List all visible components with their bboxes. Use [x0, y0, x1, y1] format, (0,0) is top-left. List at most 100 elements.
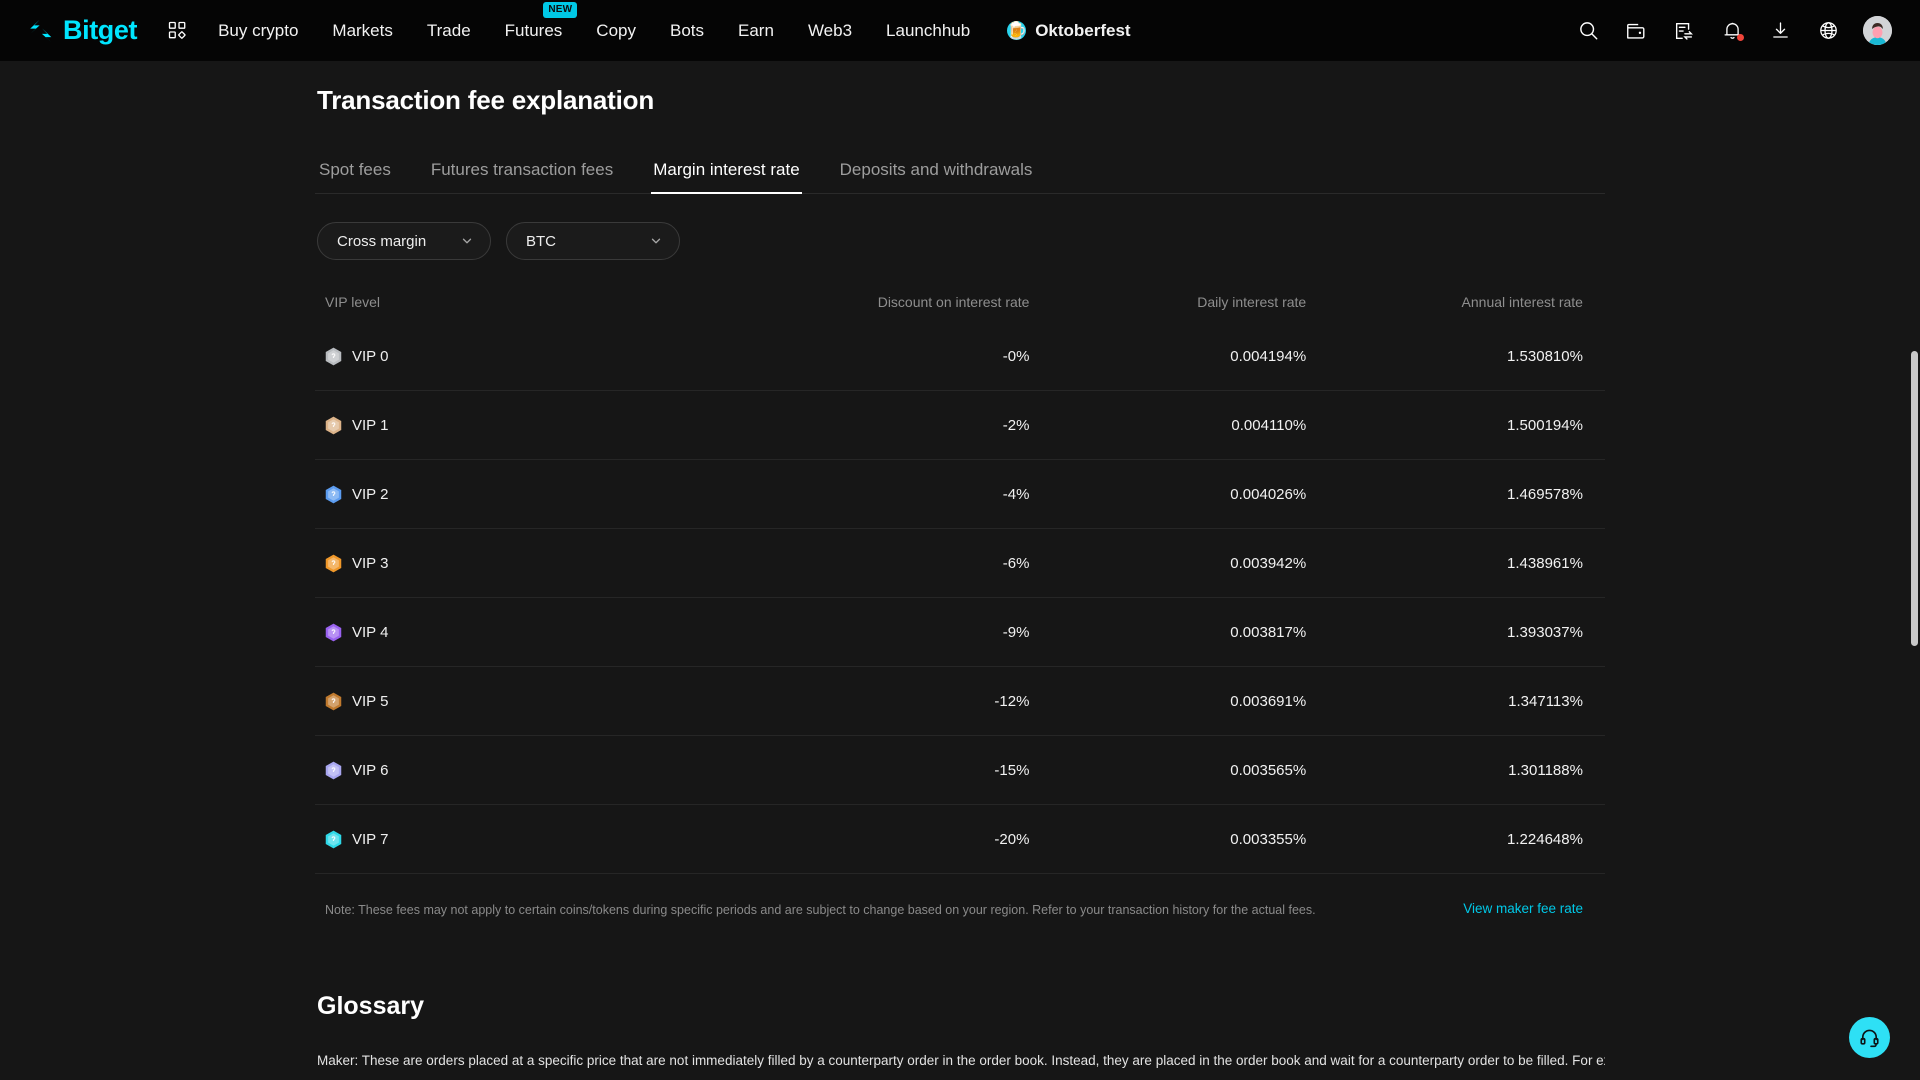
cell-annual-interest-rate: 1.224648% [1507, 830, 1583, 848]
search-icon[interactable] [1575, 18, 1601, 44]
coin-value: BTC [526, 232, 556, 250]
cell-discount-on-interest-rate: -2% [1002, 416, 1030, 434]
cell-annual-interest-rate: 1.393037% [1507, 623, 1583, 641]
vip-hex-badge-icon [325, 692, 342, 710]
cell-daily-interest-rate: 0.004026% [1230, 485, 1307, 503]
vip-level-label: VIP 1 [352, 416, 389, 434]
column-header-discount: Discount on interest rate [877, 294, 1030, 310]
table-row: VIP 1 -2% 0.004110% 1.500194% [315, 391, 1605, 460]
nav-label: Trade [426, 21, 471, 40]
cell-vip-level: VIP 5 [325, 692, 728, 711]
vip-hex-badge-icon [325, 554, 342, 572]
table-row: VIP 6 -15% 0.003565% 1.301188% [315, 736, 1605, 805]
vip-level-wrapper: VIP 3 [325, 554, 728, 573]
nav-item-oktoberfest[interactable]: 🍺 Oktoberfest [987, 0, 1147, 61]
page-body: Transaction fee explanation Spot fees Fu… [0, 61, 1920, 1080]
cell-daily-interest-rate: 0.003817% [1230, 623, 1307, 641]
wallet-icon[interactable] [1623, 18, 1649, 44]
page-scrollbar-track[interactable] [1909, 61, 1920, 1080]
table-row: VIP 4 -9% 0.003817% 1.393037% [315, 598, 1605, 667]
main-nav-links: Buy crypto Markets Trade Futures NEW Cop… [201, 0, 1148, 61]
vip-level-label: VIP 7 [352, 830, 389, 848]
cell-discount-on-interest-rate: -20% [994, 830, 1030, 848]
vip-level-wrapper: VIP 4 [325, 623, 728, 642]
nav-label: Launchhub [886, 21, 971, 40]
apps-grid-icon[interactable] [159, 13, 195, 49]
cell-vip-level: VIP 2 [325, 485, 728, 504]
customer-support-button[interactable] [1849, 1017, 1890, 1058]
margin-interest-rate-table: VIP level Discount on interest rate Dail… [315, 282, 1605, 874]
cell-vip-level: VIP 1 [325, 416, 728, 435]
content-container: Transaction fee explanation Spot fees Fu… [315, 61, 1605, 1072]
table-row: VIP 3 -6% 0.003942% 1.438961% [315, 529, 1605, 598]
cell-daily-interest-rate: 0.003355% [1230, 830, 1307, 848]
download-icon[interactable] [1767, 18, 1793, 44]
notification-dot [1737, 33, 1744, 41]
cell-discount-on-interest-rate: -0% [1002, 347, 1030, 365]
nav-item-bots[interactable]: Bots [653, 0, 721, 61]
table-row: VIP 0 -0% 0.004194% 1.530810% [315, 322, 1605, 391]
nav-item-markets[interactable]: Markets [315, 0, 409, 61]
tab-margin-interest-rate[interactable]: Margin interest rate [651, 160, 803, 194]
vip-hex-badge-icon [325, 761, 342, 779]
cell-discount-on-interest-rate: -12% [994, 692, 1030, 710]
page-scrollbar-thumb[interactable] [1911, 351, 1918, 646]
fee-tabs: Spot fees Futures transaction fees Margi… [315, 160, 1605, 194]
notifications-bell-icon[interactable] [1719, 18, 1745, 44]
nav-label: Earn [738, 21, 774, 40]
cell-vip-level: VIP 3 [325, 554, 728, 573]
table-row: VIP 7 -20% 0.003355% 1.224648% [315, 805, 1605, 874]
cell-daily-interest-rate: 0.003942% [1230, 554, 1307, 572]
orders-icon[interactable] [1671, 18, 1697, 44]
vip-hex-badge-icon [325, 416, 342, 434]
cell-discount-on-interest-rate: -4% [1002, 485, 1030, 503]
vip-level-wrapper: VIP 2 [325, 485, 728, 504]
glossary-section: Glossary Maker: These are orders placed … [315, 992, 1605, 1072]
cell-vip-level: VIP 0 [325, 347, 728, 366]
column-header-daily-rate: Daily interest rate [1197, 294, 1307, 310]
language-globe-icon[interactable] [1815, 18, 1841, 44]
tab-spot-fees[interactable]: Spot fees [317, 160, 393, 193]
coin-select[interactable]: BTC [506, 222, 680, 260]
cell-vip-level: VIP 7 [325, 830, 728, 849]
page-title: Transaction fee explanation [317, 85, 655, 115]
vip-hex-badge-icon [325, 485, 342, 503]
vip-level-wrapper: VIP 5 [325, 692, 728, 711]
nav-item-buy-crypto[interactable]: Buy crypto [201, 0, 315, 61]
nav-label: Copy [596, 21, 636, 40]
column-header-annual-rate: Annual interest rate [1461, 294, 1583, 310]
vip-level-label: VIP 0 [352, 347, 389, 365]
nav-label: Bots [669, 21, 705, 40]
table-footer-note-row: Note: These fees may not apply to certai… [315, 901, 1605, 920]
nav-item-launchhub[interactable]: Launchhub [869, 0, 987, 61]
nav-label: Buy crypto [218, 21, 299, 40]
vip-level-wrapper: VIP 0 [325, 347, 728, 366]
tab-deposits-and-withdrawals[interactable]: Deposits and withdrawals [838, 160, 1035, 193]
cell-daily-interest-rate: 0.004110% [1231, 416, 1307, 434]
glossary-paragraph-maker: Maker: These are orders placed at a spec… [317, 1052, 1605, 1068]
nav-item-copy[interactable]: Copy [579, 0, 653, 61]
cell-discount-on-interest-rate: -15% [994, 761, 1030, 779]
nav-label: Web3 [807, 21, 853, 40]
nav-item-trade[interactable]: Trade [410, 0, 488, 61]
nav-label: Futures [504, 21, 563, 40]
nav-item-futures[interactable]: Futures NEW [488, 0, 580, 61]
top-navigation-bar: Bitget Buy crypto Markets Trade Futures … [0, 0, 1920, 61]
vip-hex-badge-icon [325, 623, 342, 641]
tab-futures-transaction-fees[interactable]: Futures transaction fees [429, 160, 615, 193]
view-maker-fee-rate-link[interactable]: View maker fee rate [1463, 901, 1583, 916]
bitget-logo[interactable]: Bitget [26, 16, 137, 46]
bitget-logo-text: Bitget [63, 15, 138, 45]
margin-mode-select[interactable]: Cross margin [317, 222, 491, 260]
cell-daily-interest-rate: 0.003565% [1230, 761, 1307, 779]
bitget-logo-mark [30, 19, 52, 42]
margin-mode-value: Cross margin [337, 232, 427, 250]
nav-item-earn[interactable]: Earn [721, 0, 791, 61]
vip-level-wrapper: VIP 7 [325, 830, 728, 849]
table-header-row: VIP level Discount on interest rate Dail… [315, 282, 1605, 322]
user-avatar[interactable] [1863, 16, 1892, 45]
vip-level-label: VIP 2 [352, 485, 389, 503]
cell-annual-interest-rate: 1.301188% [1508, 761, 1583, 779]
glossary-title: Glossary [317, 991, 425, 1020]
nav-item-web3[interactable]: Web3 [791, 0, 869, 61]
